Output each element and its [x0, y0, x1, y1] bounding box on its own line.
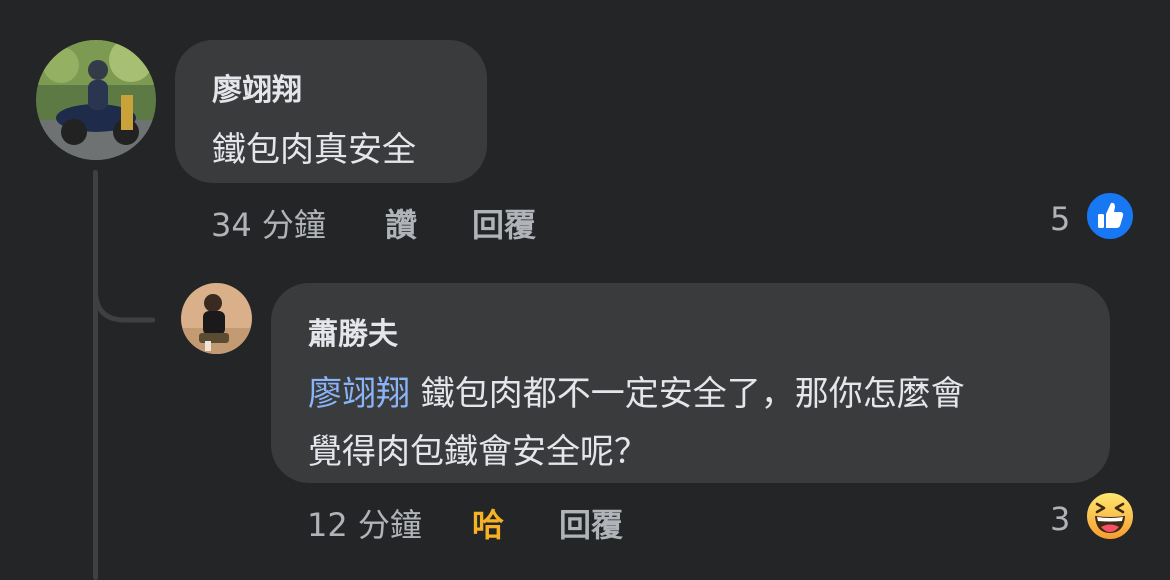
comment-text: 鐵包肉真安全	[212, 130, 416, 170]
reply-connector-curve	[93, 270, 155, 323]
comment-thread: 廖翊翔 鐵包肉真安全 34 分鐘 讚 回覆 5 蕭勝夫 廖翊翔 鐵包肉都不一定安…	[0, 0, 1170, 580]
reply-button[interactable]: 回覆	[559, 500, 623, 546]
avatar[interactable]	[36, 40, 156, 160]
like-button[interactable]: 讚	[385, 200, 417, 246]
comment-text: 覺得肉包鐵會安全呢？	[308, 432, 648, 472]
thread-connector-line	[93, 170, 98, 580]
reaction-count[interactable]: 5	[1050, 200, 1070, 238]
comment-author[interactable]: 廖翊翔	[212, 65, 302, 109]
avatar[interactable]	[181, 283, 252, 354]
reaction-count[interactable]: 3	[1050, 500, 1070, 538]
comment-timestamp[interactable]: 34 分鐘	[211, 200, 326, 246]
comment-bubble: 蕭勝夫 廖翊翔 鐵包肉都不一定安全了，那你怎麼會 覺得肉包鐵會安全呢？	[271, 283, 1110, 483]
mention-link[interactable]: 廖翊翔	[308, 374, 410, 414]
comment-bubble: 廖翊翔 鐵包肉真安全	[175, 40, 487, 183]
haha-icon[interactable]	[1085, 491, 1135, 541]
haha-reaction-button[interactable]: 哈	[472, 500, 504, 546]
comment-author[interactable]: 蕭勝夫	[308, 309, 398, 353]
like-icon[interactable]	[1085, 191, 1135, 241]
comment-text: 鐵包肉都不一定安全了，那你怎麼會	[410, 374, 965, 414]
comment-timestamp[interactable]: 12 分鐘	[307, 500, 422, 546]
comment-text-line: 廖翊翔 鐵包肉都不一定安全了，那你怎麼會	[308, 366, 965, 415]
reply-button[interactable]: 回覆	[472, 200, 536, 246]
